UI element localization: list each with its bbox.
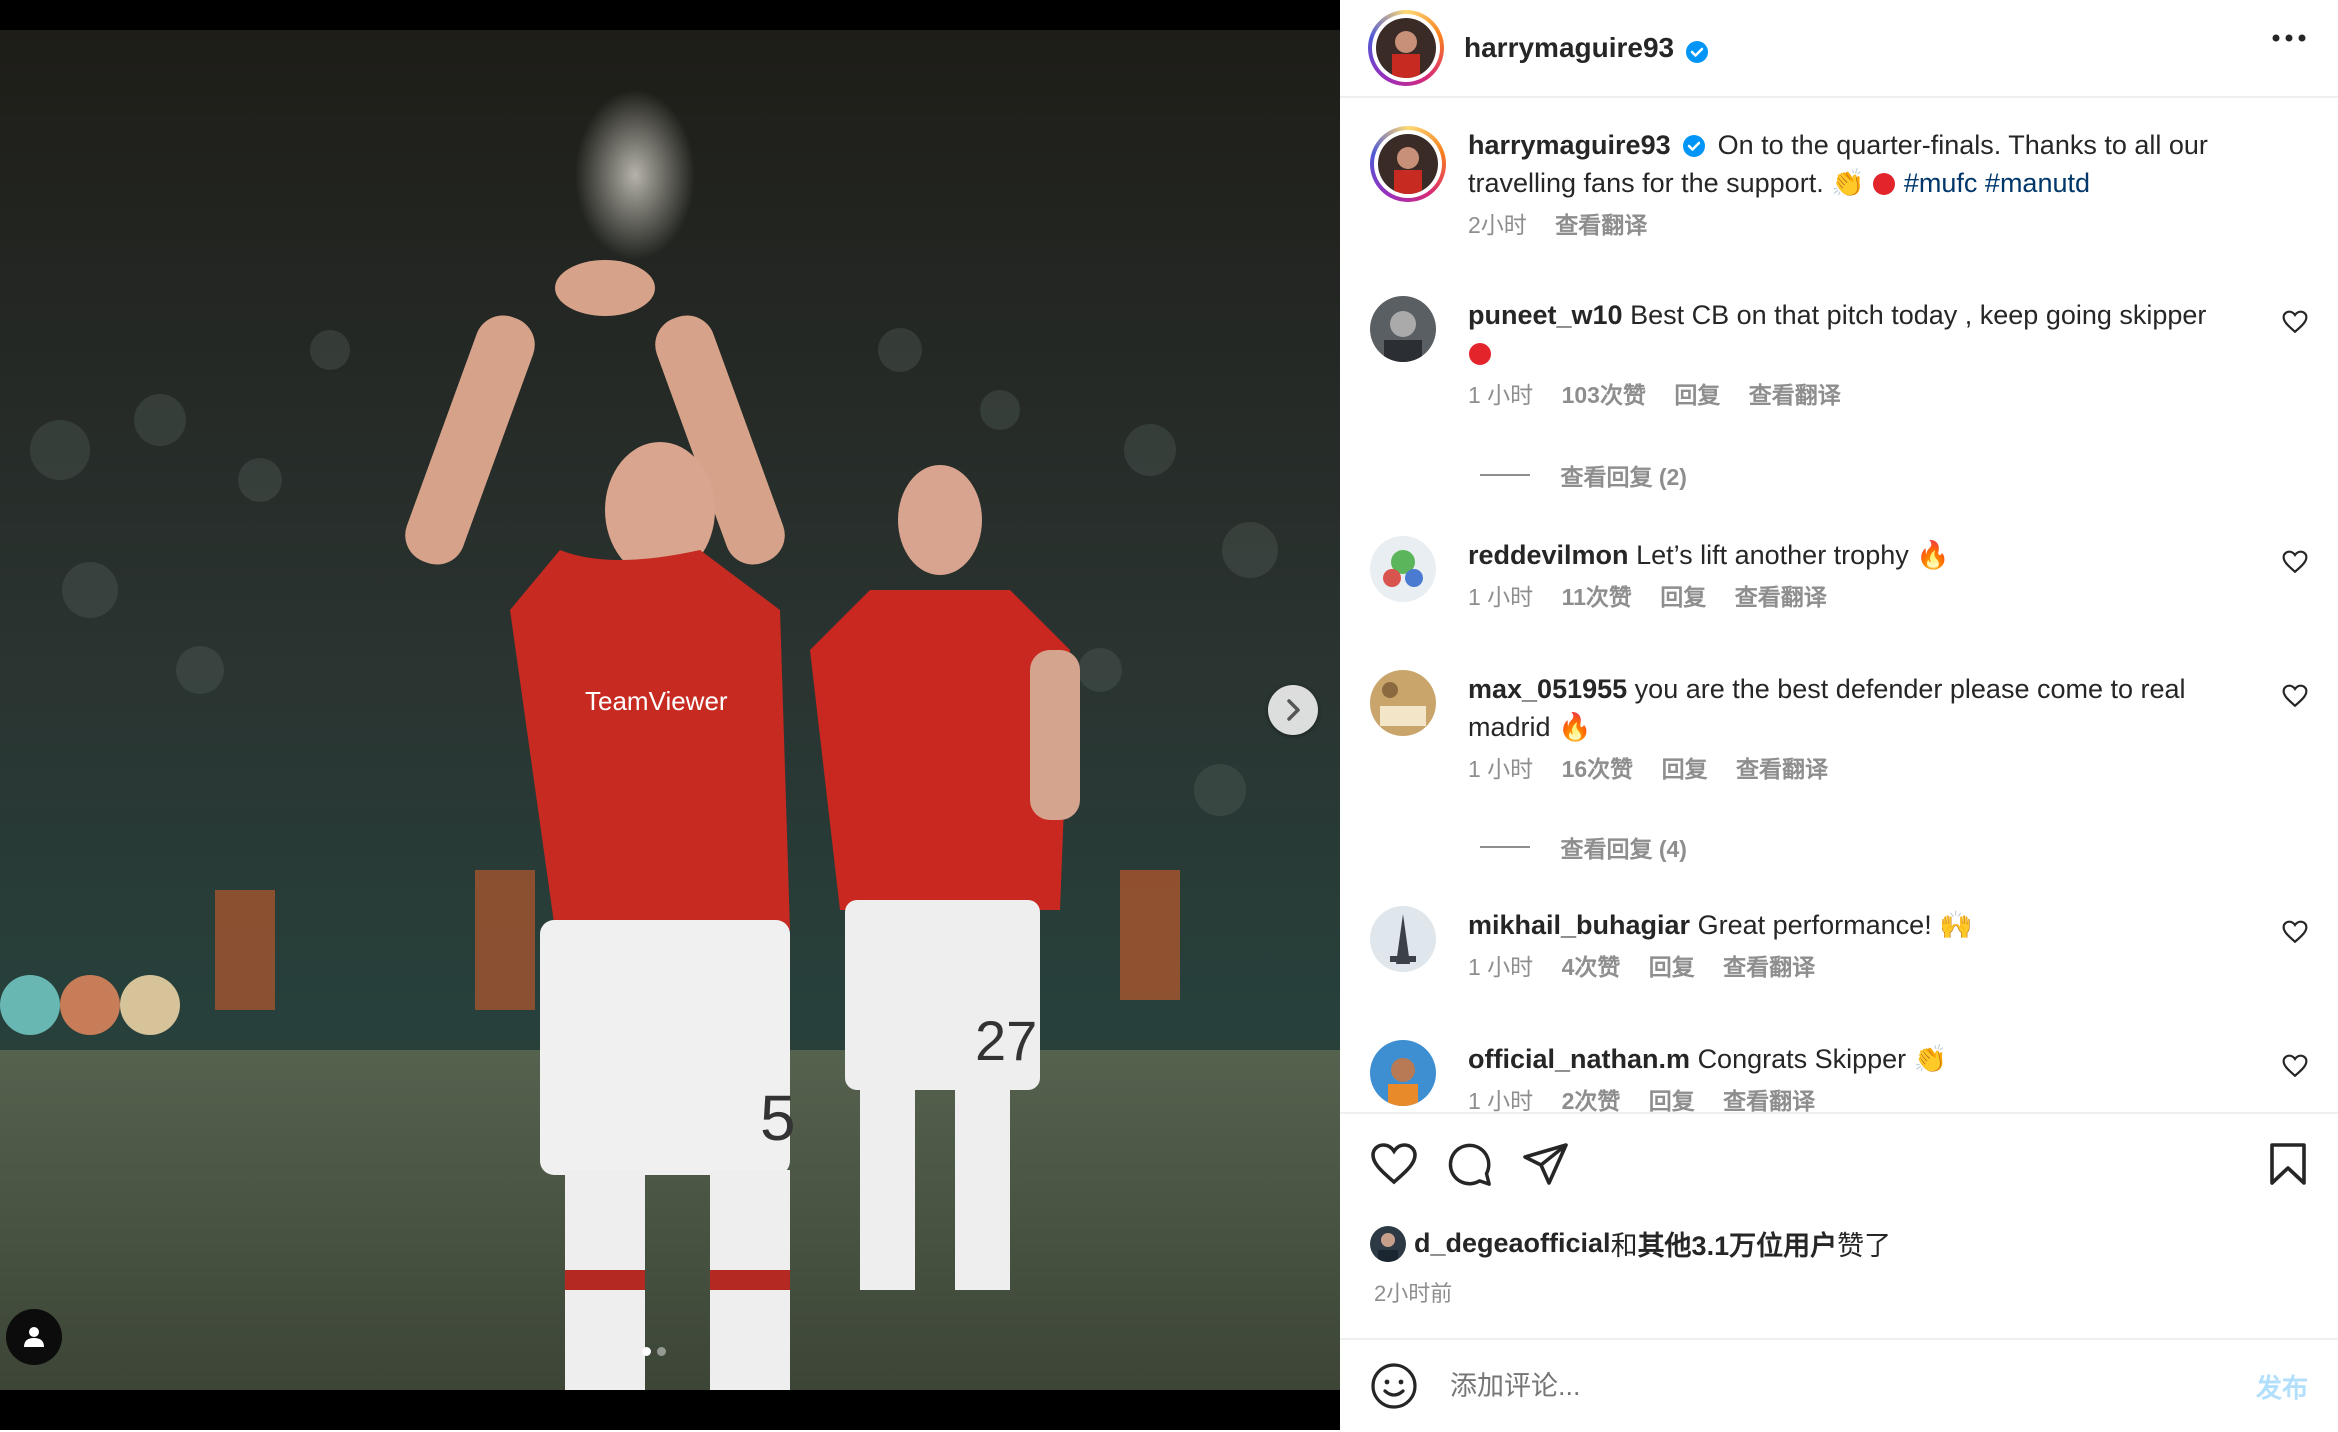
reply-button[interactable]: 回复 xyxy=(1660,584,1706,610)
commenter-avatar[interactable] xyxy=(1370,536,1436,602)
translate-link[interactable]: 查看翻译 xyxy=(1555,212,1647,238)
hashtag-link[interactable]: #manutd xyxy=(1985,168,2090,198)
svg-text:27: 27 xyxy=(975,1009,1037,1072)
raising-hands-icon: 🙌 xyxy=(1939,910,1973,940)
comment-username[interactable]: reddevilmon xyxy=(1468,540,1629,570)
clapping-hands-icon: 👏 xyxy=(1913,1044,1948,1074)
red-circle-icon xyxy=(1469,343,1491,365)
like-comment-heart-icon[interactable] xyxy=(2282,684,2308,708)
view-replies-button[interactable]: 查看回复 (4) xyxy=(1480,830,1687,864)
comment-username[interactable]: max_051955 xyxy=(1468,674,1627,704)
fire-icon: 🔥 xyxy=(1916,540,1950,570)
translate-link[interactable]: 查看翻译 xyxy=(1723,1088,1815,1112)
view-replies-button[interactable]: 查看回复 (2) xyxy=(1480,458,1687,492)
avatar-image xyxy=(1378,134,1438,194)
chevron-right-icon xyxy=(1287,699,1300,721)
likes-suffix: 赞了 xyxy=(1837,1231,1892,1261)
comment-text: Congrats Skipper xyxy=(1697,1044,1907,1074)
author-avatar-small[interactable] xyxy=(1370,126,1446,202)
next-media-button[interactable] xyxy=(1268,685,1318,735)
author-username[interactable]: harrymaguire93 xyxy=(1464,32,1674,63)
commenter-avatar[interactable] xyxy=(1370,1040,1436,1106)
like-heart-icon[interactable] xyxy=(1370,1142,1418,1186)
comment-time: 1 小时 xyxy=(1468,756,1534,782)
fire-icon: 🔥 xyxy=(1558,712,1592,742)
like-comment-heart-icon[interactable] xyxy=(2282,310,2308,334)
tagged-users-button[interactable] xyxy=(6,1309,62,1365)
comment-time: 1 小时 xyxy=(1468,1088,1534,1112)
likes-others[interactable]: 其他3.1万位用户 xyxy=(1638,1224,1838,1263)
post-media[interactable]: 27 5 TeamViewer xyxy=(0,0,1340,1430)
likes-connector: 和 xyxy=(1610,1231,1638,1261)
carousel-indicator xyxy=(642,1347,666,1356)
comment-text: Let’s lift another trophy xyxy=(1636,540,1909,570)
add-comment-bar: 发布 xyxy=(1340,1338,2338,1432)
view-replies-label: 查看回复 (4) xyxy=(1560,836,1687,862)
replies-divider xyxy=(1480,846,1530,848)
post-actions: d_degeaofficial 和 其他3.1万位用户 赞了 2小时前 xyxy=(1340,1112,2338,1340)
comment-likes[interactable]: 16次赞 xyxy=(1562,756,1634,782)
comment-text: Great performance! xyxy=(1697,910,1932,940)
comment-time: 1 小时 xyxy=(1468,584,1534,610)
avatar-image xyxy=(1376,18,1436,78)
caption-username[interactable]: harrymaguire93 xyxy=(1468,130,1671,160)
translate-link[interactable]: 查看翻译 xyxy=(1723,954,1815,980)
more-options-icon[interactable] xyxy=(2272,34,2306,42)
translate-link[interactable]: 查看翻译 xyxy=(1735,584,1827,610)
like-comment-heart-icon[interactable] xyxy=(2282,920,2308,944)
comment-bubble-icon[interactable] xyxy=(1446,1142,1494,1188)
author-avatar[interactable] xyxy=(1368,10,1444,86)
replies-divider xyxy=(1480,474,1530,476)
share-send-icon[interactable] xyxy=(1522,1142,1570,1186)
carousel-dot-active xyxy=(642,1347,651,1356)
caption-time: 2小时 xyxy=(1468,212,1527,238)
comment-username[interactable]: puneet_w10 xyxy=(1468,300,1623,330)
like-comment-heart-icon[interactable] xyxy=(2282,1054,2308,1078)
comment-username[interactable]: official_nathan.m xyxy=(1468,1044,1690,1074)
verified-badge-icon xyxy=(1685,41,1708,64)
emoji-icon[interactable] xyxy=(1370,1362,1418,1410)
reply-button[interactable]: 回复 xyxy=(1649,954,1695,980)
svg-text:5: 5 xyxy=(760,1082,796,1154)
commenter-avatar[interactable] xyxy=(1370,670,1436,736)
clapping-hands-icon: 👏 xyxy=(1831,168,1865,198)
commenter-avatar[interactable] xyxy=(1370,296,1436,362)
view-replies-label: 查看回复 (2) xyxy=(1560,464,1687,490)
reply-button[interactable]: 回复 xyxy=(1649,1088,1695,1112)
reply-button[interactable]: 回复 xyxy=(1662,756,1708,782)
post-photo: 27 5 TeamViewer xyxy=(0,30,1340,1390)
comment-likes[interactable]: 103次赞 xyxy=(1562,382,1646,408)
hashtag-link[interactable]: #mufc xyxy=(1904,168,1978,198)
comment-input[interactable] xyxy=(1448,1369,2212,1403)
comment-likes[interactable]: 4次赞 xyxy=(1562,954,1621,980)
comment-text: Best CB on that pitch today , keep going… xyxy=(1630,300,2207,330)
comment-likes[interactable]: 2次赞 xyxy=(1562,1088,1621,1112)
comments-list[interactable]: harrymaguire93 On to the quarter-finals.… xyxy=(1340,98,2338,1112)
likes-summary[interactable]: d_degeaofficial 和 其他3.1万位用户 赞了 xyxy=(1370,1224,1891,1263)
user-icon xyxy=(24,1327,44,1347)
comment-likes[interactable]: 11次赞 xyxy=(1562,584,1632,610)
post-panel: harrymaguire93 harrymaguire93 On to the … xyxy=(1340,0,2338,1430)
commenter-avatar[interactable] xyxy=(1370,906,1436,972)
svg-text:TeamViewer: TeamViewer xyxy=(585,686,728,716)
verified-badge-icon xyxy=(1683,135,1706,157)
liker-username[interactable]: d_degeaofficial xyxy=(1414,1228,1611,1259)
post-timestamp: 2小时前 xyxy=(1374,1281,1453,1306)
comment-time: 1 小时 xyxy=(1468,954,1534,980)
post-comment-button[interactable]: 发布 xyxy=(2256,1368,2308,1405)
red-circle-icon xyxy=(1873,173,1896,195)
liker-avatar xyxy=(1370,1225,1406,1262)
comment-time: 1 小时 xyxy=(1468,382,1534,408)
comment-username[interactable]: mikhail_buhagiar xyxy=(1468,910,1690,940)
carousel-dot xyxy=(657,1347,666,1356)
like-comment-heart-icon[interactable] xyxy=(2282,550,2308,574)
post-header: harrymaguire93 xyxy=(1340,0,2338,98)
reply-button[interactable]: 回复 xyxy=(1674,382,1720,408)
save-bookmark-icon[interactable] xyxy=(2268,1142,2308,1186)
translate-link[interactable]: 查看翻译 xyxy=(1749,382,1841,408)
translate-link[interactable]: 查看翻译 xyxy=(1736,756,1828,782)
